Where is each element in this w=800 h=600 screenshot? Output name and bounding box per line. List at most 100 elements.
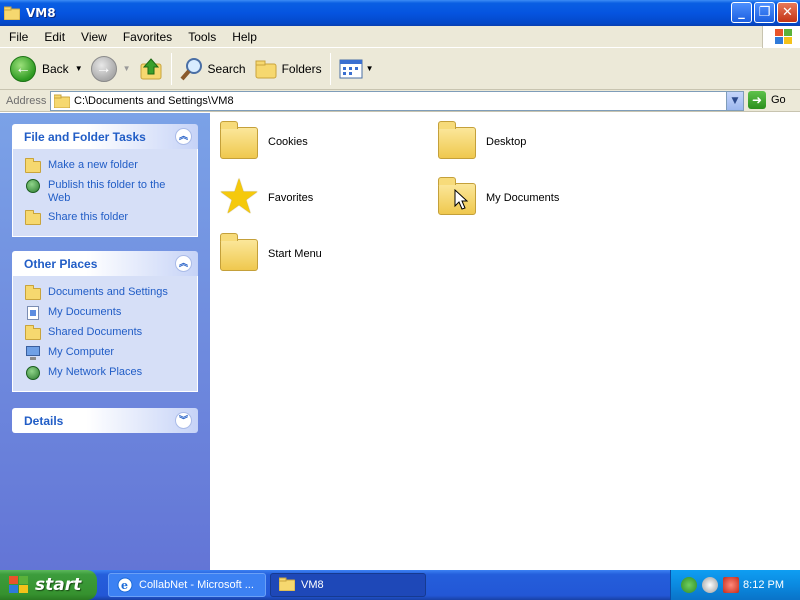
back-button[interactable]: ← Back ▼ xyxy=(6,51,87,87)
task-make-new-folder[interactable]: Make a new folder xyxy=(25,156,197,176)
back-dropdown-icon[interactable]: ▼ xyxy=(75,64,83,73)
folder-item-my-documents[interactable]: My Documents xyxy=(434,175,559,221)
system-tray: 8:12 PM xyxy=(670,570,800,600)
shared-folder-icon xyxy=(25,325,41,340)
forward-button[interactable]: → ▼ xyxy=(87,51,135,87)
minimize-icon: _ xyxy=(738,5,745,20)
new-folder-icon xyxy=(25,158,41,173)
back-label: Back xyxy=(42,61,69,76)
address-input[interactable]: C:\Documents and Settings\VM8 ▼ xyxy=(50,91,744,111)
views-icon xyxy=(339,58,363,80)
go-button[interactable]: ➜ Go xyxy=(748,91,786,109)
place-shared-documents[interactable]: Shared Documents xyxy=(25,323,197,343)
taskbar-button-label: CollabNet - Microsoft ... xyxy=(139,579,254,591)
folder-item-start-menu[interactable]: Start Menu xyxy=(216,231,322,277)
place-my-network-places[interactable]: My Network Places xyxy=(25,363,197,383)
item-label: Favorites xyxy=(268,192,314,204)
collapse-chevron-icon[interactable]: ︽ xyxy=(175,128,192,145)
item-label: My Documents xyxy=(486,192,560,204)
folder-up-icon xyxy=(139,57,163,81)
task-share-folder[interactable]: Share this folder xyxy=(25,208,197,228)
menu-bar: File Edit View Favorites Tools Help xyxy=(0,26,800,48)
file-list-view[interactable]: Cookies Desktop ★ Favorites My Documents… xyxy=(210,113,800,570)
address-dropdown-icon[interactable]: ▼ xyxy=(726,92,743,110)
panel-header[interactable]: File and Folder Tasks ︽ xyxy=(12,124,198,149)
toolbar-separator xyxy=(329,52,331,85)
mouse-cursor-icon xyxy=(454,188,469,211)
back-arrow-icon: ← xyxy=(10,55,36,82)
address-value: C:\Documents and Settings\VM8 xyxy=(74,95,234,107)
folder-icon xyxy=(53,94,71,109)
folder-icon xyxy=(216,119,262,165)
forward-arrow-icon: → xyxy=(90,55,117,82)
clock: 8:12 PM xyxy=(743,579,784,591)
menu-file[interactable]: File xyxy=(0,30,36,44)
taskbar-button-collabnet[interactable]: e CollabNet - Microsoft ... xyxy=(108,573,266,597)
folder-icon xyxy=(434,119,480,165)
close-button[interactable]: ✕ xyxy=(777,2,798,23)
internet-explorer-icon: e xyxy=(117,577,133,593)
details-panel: Details ︾ xyxy=(12,408,198,433)
other-places-panel: Other Places ︽ Documents and Settings My… xyxy=(12,251,198,392)
task-label: Publish this folder to the Web xyxy=(48,179,166,204)
taskbar-button-label: VM8 xyxy=(301,579,324,591)
task-label: Share this folder xyxy=(48,211,129,223)
place-documents-and-settings[interactable]: Documents and Settings xyxy=(25,283,197,303)
task-publish-to-web[interactable]: Publish this folder to the Web xyxy=(25,176,197,208)
collapse-chevron-icon[interactable]: ︽ xyxy=(175,255,192,272)
folders-button[interactable]: Folders xyxy=(250,51,326,87)
search-button[interactable]: Search xyxy=(176,51,250,87)
forward-dropdown-icon[interactable]: ▼ xyxy=(123,64,131,73)
security-shield-icon[interactable] xyxy=(723,577,739,593)
menu-favorites[interactable]: Favorites xyxy=(115,30,180,44)
place-my-computer[interactable]: My Computer xyxy=(25,343,197,363)
menu-help[interactable]: Help xyxy=(224,30,265,44)
place-label: Documents and Settings xyxy=(48,286,168,298)
network-globe-icon xyxy=(25,366,41,380)
panel-title: File and Folder Tasks xyxy=(24,129,146,144)
item-label: Start Menu xyxy=(268,248,322,260)
minimize-button[interactable]: _ xyxy=(731,2,752,23)
folder-item-cookies[interactable]: Cookies xyxy=(216,119,308,165)
maximize-button[interactable]: ❐ xyxy=(754,2,775,23)
menu-edit[interactable]: Edit xyxy=(36,30,73,44)
item-label: Desktop xyxy=(486,136,527,148)
file-folder-tasks-panel: File and Folder Tasks ︽ Make a new folde… xyxy=(12,124,198,237)
views-button[interactable]: ▼ xyxy=(335,51,378,87)
folder-icon xyxy=(278,577,296,593)
place-my-documents[interactable]: My Documents xyxy=(25,303,197,323)
restore-icon: ❐ xyxy=(758,5,771,20)
start-button[interactable]: start xyxy=(0,570,97,600)
expand-chevron-icon[interactable]: ︾ xyxy=(175,412,192,429)
up-button[interactable] xyxy=(135,51,167,87)
place-label: My Documents xyxy=(48,306,122,318)
folder-item-desktop[interactable]: Desktop xyxy=(434,119,526,165)
taskbar-button-vm8[interactable]: VM8 xyxy=(270,573,426,597)
window-title: VM8 xyxy=(26,6,56,20)
panel-header[interactable]: Details ︾ xyxy=(12,408,198,433)
folder-icon xyxy=(3,6,21,21)
my-documents-icon xyxy=(25,306,41,320)
share-folder-icon xyxy=(25,210,41,225)
toolbar: ← Back ▼ → ▼ Search Folders ▼ xyxy=(0,48,800,90)
start-label: start xyxy=(35,575,82,595)
network-tray-icon[interactable] xyxy=(681,577,697,593)
place-label: My Network Places xyxy=(48,366,143,378)
views-dropdown-icon[interactable]: ▼ xyxy=(366,64,374,73)
address-bar: Address C:\Documents and Settings\VM8 ▼ … xyxy=(0,90,800,112)
volume-tray-icon[interactable] xyxy=(702,577,718,593)
menu-tools[interactable]: Tools xyxy=(180,30,224,44)
item-label: Cookies xyxy=(268,136,308,148)
menu-view[interactable]: View xyxy=(73,30,115,44)
close-icon: ✕ xyxy=(782,5,793,20)
title-bar[interactable]: VM8 _ ❐ ✕ xyxy=(0,0,800,26)
task-pane: File and Folder Tasks ︽ Make a new folde… xyxy=(0,113,210,570)
folder-icon xyxy=(216,231,262,277)
globe-icon xyxy=(25,179,41,193)
place-label: My Computer xyxy=(48,346,115,358)
folders-icon xyxy=(254,57,278,81)
folder-item-favorites[interactable]: ★ Favorites xyxy=(216,173,314,221)
task-label: Make a new folder xyxy=(48,159,138,171)
go-label: Go xyxy=(771,94,786,106)
panel-header[interactable]: Other Places ︽ xyxy=(12,251,198,276)
